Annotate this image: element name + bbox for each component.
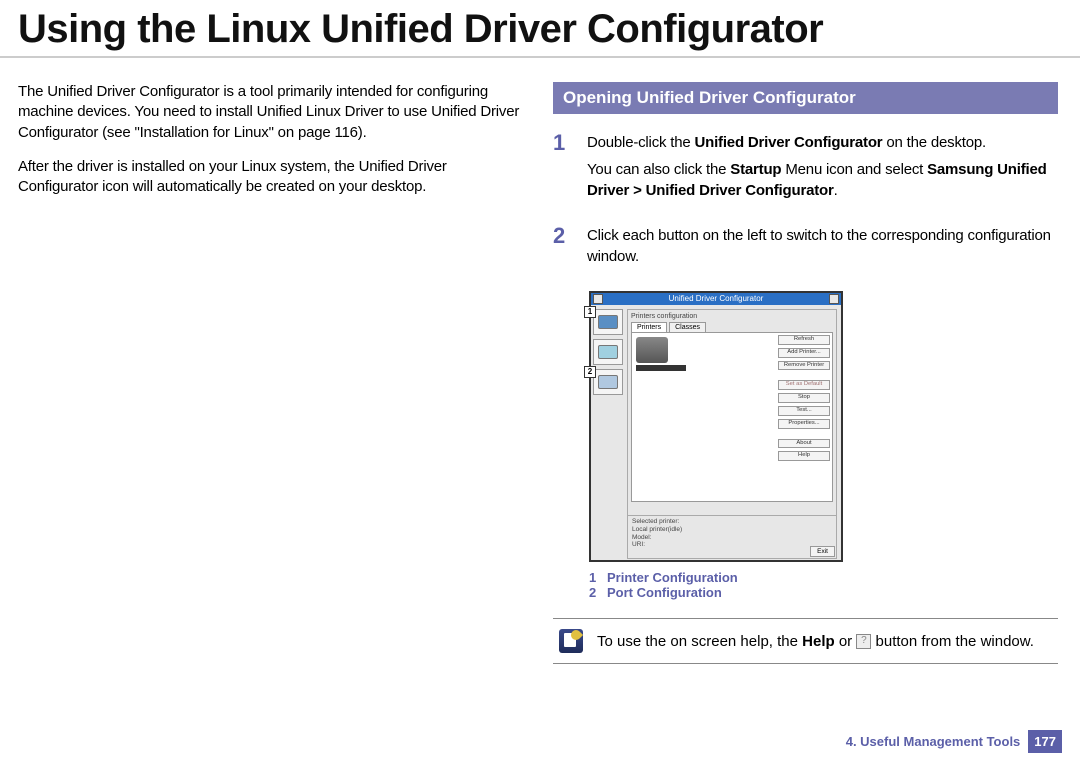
printer-list[interactable] <box>632 333 776 501</box>
add-printer-button[interactable]: Add Printer... <box>778 348 830 358</box>
bold-text: Startup <box>730 161 781 178</box>
test-button[interactable]: Test... <box>778 406 830 416</box>
spacer <box>778 432 830 436</box>
right-column: Opening Unified Driver Configurator 1 Do… <box>553 82 1058 664</box>
text: Click each button on the left to switch … <box>587 225 1058 267</box>
text: Menu icon and select <box>781 161 927 178</box>
rail-port-button[interactable]: 2 <box>593 369 623 395</box>
bold-text: Unified Driver Configurator <box>646 182 834 199</box>
module-rail: 1 2 <box>593 309 623 399</box>
legend-text: Port Configuration <box>607 585 722 600</box>
rail-scanner-button[interactable] <box>593 339 623 365</box>
bold-text: Help <box>802 633 835 650</box>
question-mark-icon: ? <box>856 634 871 649</box>
text: button from the window. <box>871 633 1034 650</box>
step-1: 1 Double-click the Unified Driver Config… <box>553 132 1058 207</box>
tab-classes[interactable]: Classes <box>669 322 706 332</box>
screenshot-figure: Unified Driver Configurator 1 2 <box>589 291 1058 562</box>
set-default-button[interactable]: Set as Default <box>778 380 830 390</box>
panel-tabs: Printers Classes <box>631 322 833 332</box>
selected-printer-panel: Selected printer: Local printer(idle) Mo… <box>627 515 837 559</box>
section-heading: Opening Unified Driver Configurator <box>553 82 1058 114</box>
page-title: Using the Linux Unified Driver Configura… <box>0 0 1080 58</box>
window-icon <box>593 294 603 304</box>
legend-number: 2 <box>589 585 599 600</box>
selected-line-3: URI: <box>632 541 832 549</box>
legend-row-2: 2 Port Configuration <box>589 585 1058 600</box>
action-buttons: Refresh Add Printer... Remove Printer Se… <box>776 333 832 501</box>
step-2: 2 Click each button on the left to switc… <box>553 225 1058 273</box>
help-button[interactable]: Help <box>778 451 830 461</box>
callout-2: 2 <box>584 366 596 378</box>
step-2-number: 2 <box>553 225 573 273</box>
step-1-number: 1 <box>553 132 573 207</box>
step-2-body: Click each button on the left to switch … <box>587 225 1058 273</box>
tab-printers[interactable]: Printers <box>631 322 667 332</box>
rail-printer-button[interactable]: 1 <box>593 309 623 335</box>
close-icon <box>829 294 839 304</box>
selected-line-1: Local printer(idle) <box>632 526 832 534</box>
selected-line-2: Model: <box>632 534 832 542</box>
legend-row-1: 1 Printer Configuration <box>589 570 1058 585</box>
scanner-icon <box>598 345 618 359</box>
refresh-button[interactable]: Refresh <box>778 335 830 345</box>
printer-device-label <box>636 365 686 371</box>
remove-printer-button[interactable]: Remove Printer <box>778 361 830 371</box>
stop-button[interactable]: Stop <box>778 393 830 403</box>
printer-list-area: Refresh Add Printer... Remove Printer Se… <box>631 332 833 502</box>
bold-text: Unified Driver Configurator <box>694 134 882 151</box>
callout-1: 1 <box>584 306 596 318</box>
text: You can also click the <box>587 161 730 178</box>
text: . <box>834 182 838 199</box>
exit-button[interactable]: Exit <box>810 546 835 557</box>
window-title: Unified Driver Configurator <box>603 294 829 304</box>
configurator-window: Unified Driver Configurator 1 2 <box>589 291 843 562</box>
intro-paragraph-2: After the driver is installed on your Li… <box>18 157 523 198</box>
port-icon <box>598 375 618 389</box>
note-icon <box>559 629 583 653</box>
about-button[interactable]: About <box>778 439 830 449</box>
chapter-label: 4. Useful Management Tools <box>846 734 1021 749</box>
note-box: To use the on screen help, the Help or ?… <box>553 618 1058 664</box>
step-1-body: Double-click the Unified Driver Configur… <box>587 132 1058 207</box>
printer-device-icon <box>636 337 668 363</box>
text: To use the on screen help, the <box>597 633 802 650</box>
printer-icon <box>598 315 618 329</box>
spacer <box>778 373 830 377</box>
intro-paragraph-1: The Unified Driver Configurator is a too… <box>18 82 523 143</box>
legend-number: 1 <box>589 570 599 585</box>
text: or <box>835 633 857 650</box>
text: on the desktop. <box>882 134 986 151</box>
properties-button[interactable]: Properties... <box>778 419 830 429</box>
window-titlebar: Unified Driver Configurator <box>591 293 841 305</box>
page-footer: 4. Useful Management Tools 177 <box>846 730 1062 753</box>
note-text: To use the on screen help, the Help or ?… <box>597 633 1034 650</box>
selected-header: Selected printer: <box>632 518 832 526</box>
printers-panel: Printers configuration Printers Classes <box>627 309 837 517</box>
text: Double-click the <box>587 134 694 151</box>
figure-legend: 1 Printer Configuration 2 Port Configura… <box>589 570 1058 600</box>
panel-label: Printers configuration <box>631 313 833 320</box>
window-body: 1 2 Printers configuration <box>591 305 841 560</box>
bold-text: > <box>629 182 646 199</box>
left-column: The Unified Driver Configurator is a too… <box>18 82 523 664</box>
legend-text: Printer Configuration <box>607 570 738 585</box>
page-number: 177 <box>1028 730 1062 753</box>
two-column-layout: The Unified Driver Configurator is a too… <box>0 58 1080 664</box>
